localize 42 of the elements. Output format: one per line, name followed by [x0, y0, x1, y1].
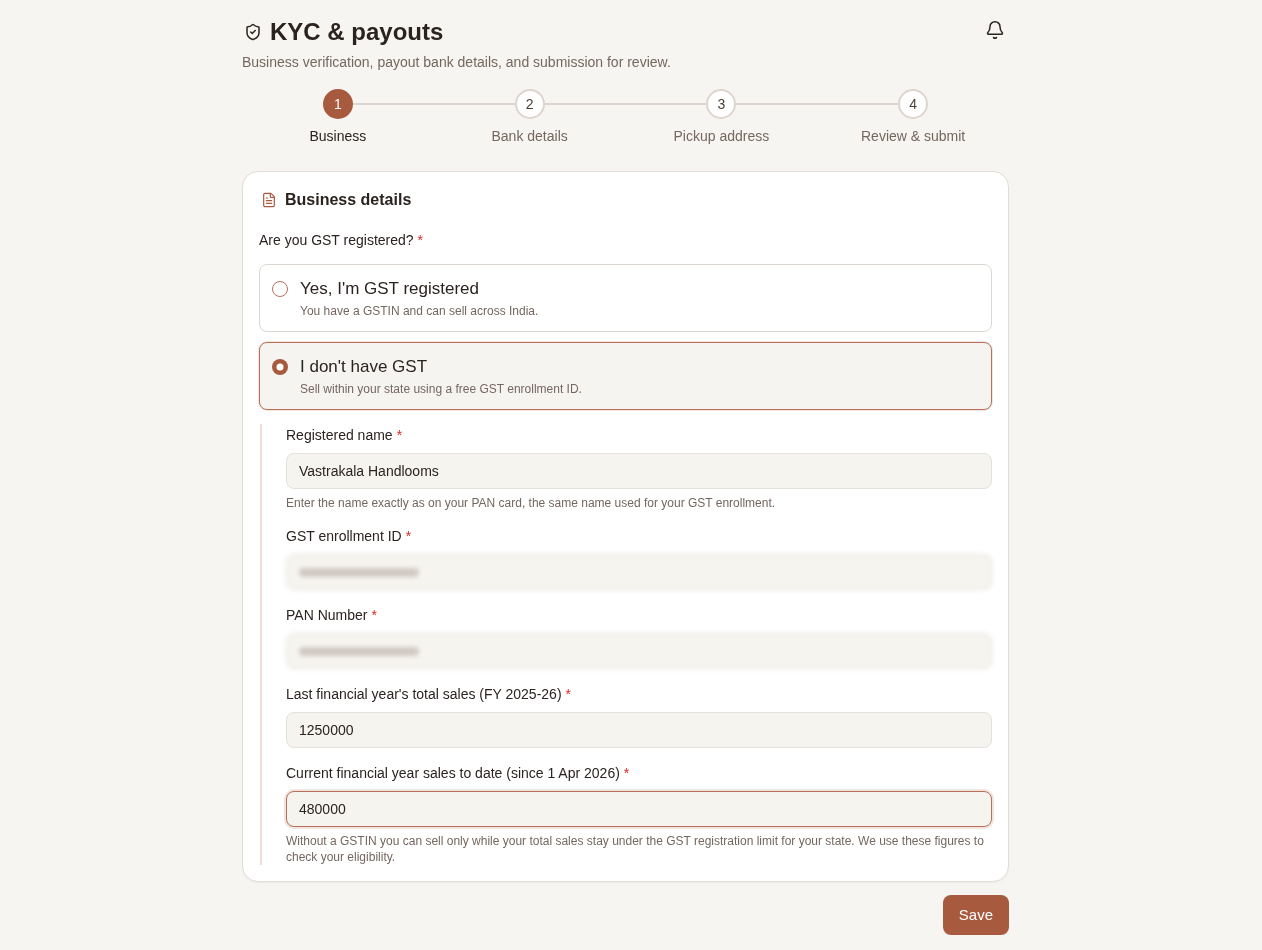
notification-bell-icon[interactable] [985, 20, 1005, 40]
radio-option[interactable]: Yes, I'm GST registered You have a GSTIN and can sell across India. [259, 264, 992, 332]
card-title: Business details [285, 190, 412, 210]
step-number[interactable]: 3 [706, 89, 737, 119]
required-mark: * [405, 526, 412, 546]
field-label: GST enrollment ID [286, 526, 402, 546]
question-label: Are you GST registered? [259, 230, 414, 250]
step-number[interactable]: 1 [322, 89, 353, 119]
text-input[interactable]: Vastrakala Handlooms [286, 453, 992, 489]
help-text: Enter the name exactly as on your PAN card, the same name used for your GST enrollment. [286, 495, 777, 511]
step-label: Review & submit [861, 127, 966, 146]
radio-option[interactable]: I don't have GST Sell within your state using a free GST enrollment ID. [259, 342, 992, 410]
page-subtitle: Business verification, payout bank details, and submission for review. [242, 53, 672, 72]
text-input[interactable]: 480000 [286, 791, 992, 827]
text-input[interactable] [286, 633, 992, 669]
step-label: Bank details [491, 127, 568, 146]
option-description: You have a GSTIN and can sell across India. [300, 303, 539, 319]
option-description: Sell within your state using a free GST enrollment ID. [300, 381, 582, 397]
option-title: I don't have GST [300, 356, 429, 378]
help-text: Without a GSTIN you can sell only while your total sales stay under the GST registration limit for your state. We use these figures to check your eligibility. [286, 833, 985, 865]
field-label: Registered name [286, 425, 393, 445]
field-label: Last financial year's total sales (FY 2025-26) [286, 684, 562, 704]
required-mark: * [396, 425, 403, 445]
step-label: Business [309, 127, 367, 146]
field-label: Current financial year sales to date (since 1 Apr 2026) [286, 763, 620, 783]
step-label: Pickup address [673, 127, 770, 146]
step-number[interactable]: 4 [898, 89, 929, 119]
document-icon [261, 192, 277, 208]
option-title: Yes, I'm GST registered [300, 278, 480, 300]
text-input[interactable] [286, 554, 992, 590]
text-input[interactable]: 1250000 [286, 712, 992, 748]
page-title: KYC & payouts [270, 17, 444, 47]
field-label: PAN Number [286, 605, 368, 625]
required-mark: * [565, 684, 571, 704]
radio-icon [272, 281, 288, 297]
required-mark: * [623, 763, 630, 783]
shield-check-icon [244, 23, 262, 41]
required-mark: * [371, 605, 377, 625]
save-button[interactable]: Save [942, 895, 1009, 935]
radio-icon [272, 359, 288, 375]
required-mark: * [417, 230, 424, 250]
step-number[interactable]: 2 [514, 89, 545, 119]
